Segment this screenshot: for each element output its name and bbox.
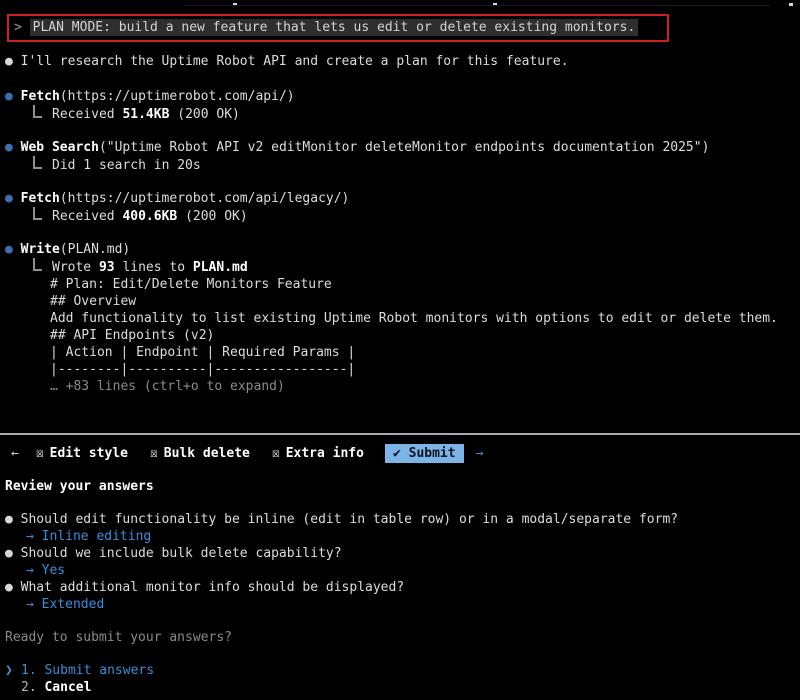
tab-edit-style[interactable]: ☒ Edit style <box>36 445 128 462</box>
option-list: ❯1. Submit answers 2. Cancel <box>5 662 800 696</box>
tool-bullet-icon: ● <box>5 242 13 257</box>
option-number: 2. <box>21 680 37 695</box>
option-label: Cancel <box>44 680 91 695</box>
tool-args: (https://uptimerobot.com/api/legacy/) <box>60 191 350 206</box>
tool-call-header: ● Write(PLAN.md) <box>5 241 800 258</box>
answer-arrow-icon: → <box>26 597 34 612</box>
tab-bulk-delete[interactable]: ☒ Bulk delete <box>150 445 250 462</box>
tool-name: Fetch <box>21 89 60 104</box>
review-title: Review your answers <box>5 478 800 495</box>
assistant-message: ● I'll research the Uptime Robot API and… <box>5 53 800 70</box>
bullet-icon: ● <box>5 546 13 561</box>
tool-result: Received 51.4KB (200 OK) <box>5 105 800 123</box>
bullet-icon: ● <box>5 580 13 595</box>
elbow-connector-icon <box>33 156 42 169</box>
tool-args: (PLAN.md) <box>60 242 130 257</box>
answer-text: Extended <box>42 597 105 612</box>
answer-arrow-icon: → <box>26 529 34 544</box>
tab-label: Edit style <box>50 446 128 461</box>
selection-pointer-icon: ❯ <box>5 662 21 679</box>
terminal: > PLAN MODE: build a new feature that le… <box>0 0 800 700</box>
checkbox-checked-icon: ☒ <box>150 446 158 461</box>
option-cancel[interactable]: 2. Cancel <box>5 679 800 696</box>
answer: → Yes <box>5 562 800 579</box>
review-questions: ● Should edit functionality be inline (e… <box>5 511 800 613</box>
tool-result-text: Did 1 search in 20s <box>52 158 201 173</box>
tool-call-fetch-1: ● Fetch(https://uptimerobot.com/api/) Re… <box>5 88 800 123</box>
elbow-connector-icon <box>33 258 42 271</box>
question: ● Should edit functionality be inline (e… <box>5 511 800 528</box>
question-text: Should we include bulk delete capability… <box>21 546 342 561</box>
check-icon: ✔ <box>393 446 401 461</box>
plan-preview-line: # Plan: Edit/Delete Monitors Feature <box>5 276 800 293</box>
option-submit-answers[interactable]: ❯1. Submit answers <box>5 662 800 679</box>
tool-result: Received 400.6KB (200 OK) <box>5 207 800 225</box>
assistant-message-text: I'll research the Uptime Robot API and c… <box>21 54 569 69</box>
tool-name: Write <box>21 242 60 257</box>
plan-preview-line: ## API Endpoints (v2) <box>5 327 800 344</box>
plan-preview-line: | Action | Endpoint | Required Params | <box>5 344 800 361</box>
tool-result-text: Received 400.6KB (200 OK) <box>52 209 248 224</box>
submit-label: Submit <box>409 446 456 461</box>
tool-call-header: ● Web Search("Uptime Robot API v2 editMo… <box>5 139 800 156</box>
text-fragment <box>789 3 793 6</box>
tool-call-header: ● Fetch(https://uptimerobot.com/api/lega… <box>5 190 800 207</box>
tool-bullet-icon: ● <box>5 191 13 206</box>
tool-call-write: ● Write(PLAN.md) Wrote 93 lines to PLAN.… <box>5 241 800 395</box>
tool-result-text: Wrote 93 lines to PLAN.md <box>52 260 248 275</box>
checkbox-checked-icon: ☒ <box>272 446 280 461</box>
plan-preview-line: ## Overview <box>5 293 800 310</box>
elbow-connector-icon <box>33 105 42 118</box>
plan-mode-input-box: > PLAN MODE: build a new feature that le… <box>7 14 669 42</box>
confirm-prompt: Ready to submit your answers? <box>5 629 800 646</box>
cutoff-previous-line <box>5 0 800 8</box>
question-text: What additional monitor info should be d… <box>21 580 405 595</box>
plan-preview-line: Add functionality to list existing Uptim… <box>5 310 800 327</box>
tool-bullet-icon: ● <box>5 89 13 104</box>
question: ● Should we include bulk delete capabili… <box>5 545 800 562</box>
question-text: Should edit functionality be inline (edi… <box>21 512 678 527</box>
tab-nav-right-icon[interactable]: → <box>476 445 484 462</box>
plan-preview-line: |--------|----------|-----------------| <box>5 361 800 378</box>
answer-text: Yes <box>42 563 65 578</box>
section-divider <box>0 433 800 435</box>
tool-result: Did 1 search in 20s <box>5 156 800 174</box>
divider <box>185 5 770 6</box>
tool-result-text: Received 51.4KB (200 OK) <box>52 107 240 122</box>
answer-text: Inline editing <box>42 529 152 544</box>
tool-call-fetch-2: ● Fetch(https://uptimerobot.com/api/lega… <box>5 190 800 225</box>
pointer-spacer <box>5 679 21 696</box>
tool-name: Web Search <box>21 140 99 155</box>
tab-extra-info[interactable]: ☒ Extra info <box>272 445 364 462</box>
tool-args: ("Uptime Robot API v2 editMonitor delete… <box>99 140 709 155</box>
tool-name: Fetch <box>21 191 60 206</box>
bullet-icon: ● <box>5 512 13 527</box>
answer: → Inline editing <box>5 528 800 545</box>
file-preview: # Plan: Edit/Delete Monitors Feature## O… <box>5 276 800 378</box>
question: ● What additional monitor info should be… <box>5 579 800 596</box>
answer-arrow-icon: → <box>26 563 34 578</box>
tab-label: Extra info <box>286 446 364 461</box>
truncation-notice: … +83 lines (ctrl+o to expand) <box>5 378 800 395</box>
option-label: Submit answers <box>44 663 154 678</box>
tab-submit[interactable]: ✔ Submit <box>385 444 464 463</box>
prompt-caret: > <box>14 20 22 35</box>
elbow-connector-icon <box>33 207 42 220</box>
tool-args: (https://uptimerobot.com/api/) <box>60 89 295 104</box>
tab-nav-left-icon[interactable]: ← <box>11 445 19 462</box>
checkbox-checked-icon: ☒ <box>36 446 44 461</box>
option-number: 1. <box>21 663 37 678</box>
tool-bullet-icon: ● <box>5 140 13 155</box>
tool-call-web-search: ● Web Search("Uptime Robot API v2 editMo… <box>5 139 800 174</box>
bullet-icon: ● <box>5 54 13 69</box>
answer: → Extended <box>5 596 800 613</box>
tool-call-header: ● Fetch(https://uptimerobot.com/api/) <box>5 88 800 105</box>
answer-tab-bar: ← ☒ Edit style ☒ Bulk delete ☒ Extra info ✔… <box>5 443 800 463</box>
tool-result: Wrote 93 lines to PLAN.md <box>5 258 800 276</box>
plan-mode-text: PLAN MODE: build a new feature that lets… <box>30 19 639 36</box>
tab-label: Bulk delete <box>164 446 250 461</box>
